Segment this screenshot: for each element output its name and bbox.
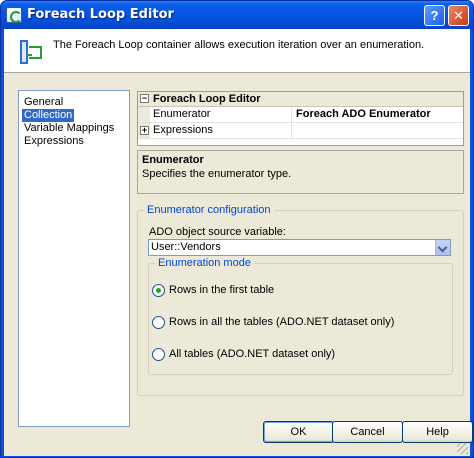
property-name-enumerator: Enumerator [153,108,211,120]
property-description-text: Specifies the enumerator type. [142,168,292,180]
radio-selected-icon[interactable] [152,284,165,297]
ado-source-label: ADO object source variable: [149,226,286,238]
header-description: The Foreach Loop container allows execut… [53,39,425,51]
collapse-toggle-icon[interactable]: − [140,94,149,103]
nav-item-expressions[interactable]: Expressions [22,135,86,148]
property-row-expressions[interactable]: + Expressions [138,123,463,139]
nav-item-general[interactable]: General [22,96,65,109]
help-button[interactable]: Help [402,421,473,443]
property-name-expressions: Expressions [153,124,213,136]
foreach-loop-editor-window: Foreach Loop Editor ? ✕ The Foreach Loop… [0,0,474,458]
radio-label: Rows in all the tables (ADO.NET dataset … [169,316,395,328]
window-title: Foreach Loop Editor [27,7,174,22]
radio-label: All tables (ADO.NET dataset only) [169,348,336,360]
title-close-button[interactable]: ✕ [448,5,469,26]
foreach-loop-icon [18,38,44,66]
ado-source-variable-value: User::Vendors [151,241,221,253]
foreach-loop-app-icon [6,7,22,23]
page-navigation-list: General Collection Variable Mappings Exp… [18,90,130,427]
title-help-button[interactable]: ? [424,5,445,26]
radio-label: Rows in the first table [169,284,275,296]
property-description-title: Enumerator [142,154,204,166]
expand-toggle-icon[interactable]: + [140,126,149,135]
nav-item-variable-mappings[interactable]: Variable Mappings [22,122,116,135]
property-row-enumerator[interactable]: Enumerator Foreach ADO Enumerator [138,107,463,123]
property-grid: − Foreach Loop Editor Enumerator Foreach… [137,91,464,146]
enumerator-configuration-title: Enumerator configuration [144,204,274,216]
property-grid-category: − Foreach Loop Editor [138,92,463,107]
nav-item-collection[interactable]: Collection [22,109,75,122]
enumeration-mode-title: Enumeration mode [155,257,254,269]
ok-button[interactable]: OK [263,421,334,443]
resize-grip-icon[interactable] [457,443,468,454]
dialog-client-area: The Foreach Loop container allows execut… [4,29,473,456]
radio-unselected-icon[interactable] [152,348,165,361]
radio-unselected-icon[interactable] [152,316,165,329]
property-grid-category-label: Foreach Loop Editor [153,93,261,105]
title-bar[interactable]: Foreach Loop Editor ? ✕ [1,1,473,29]
ado-source-variable-combobox[interactable]: User::Vendors [148,239,451,256]
header-band: The Foreach Loop container allows execut… [4,29,470,73]
cancel-button[interactable]: Cancel [332,421,403,443]
property-value-enumerator[interactable]: Foreach ADO Enumerator [296,107,431,122]
property-description-panel: Enumerator Specifies the enumerator type… [137,150,464,194]
chevron-down-icon[interactable] [435,240,450,255]
